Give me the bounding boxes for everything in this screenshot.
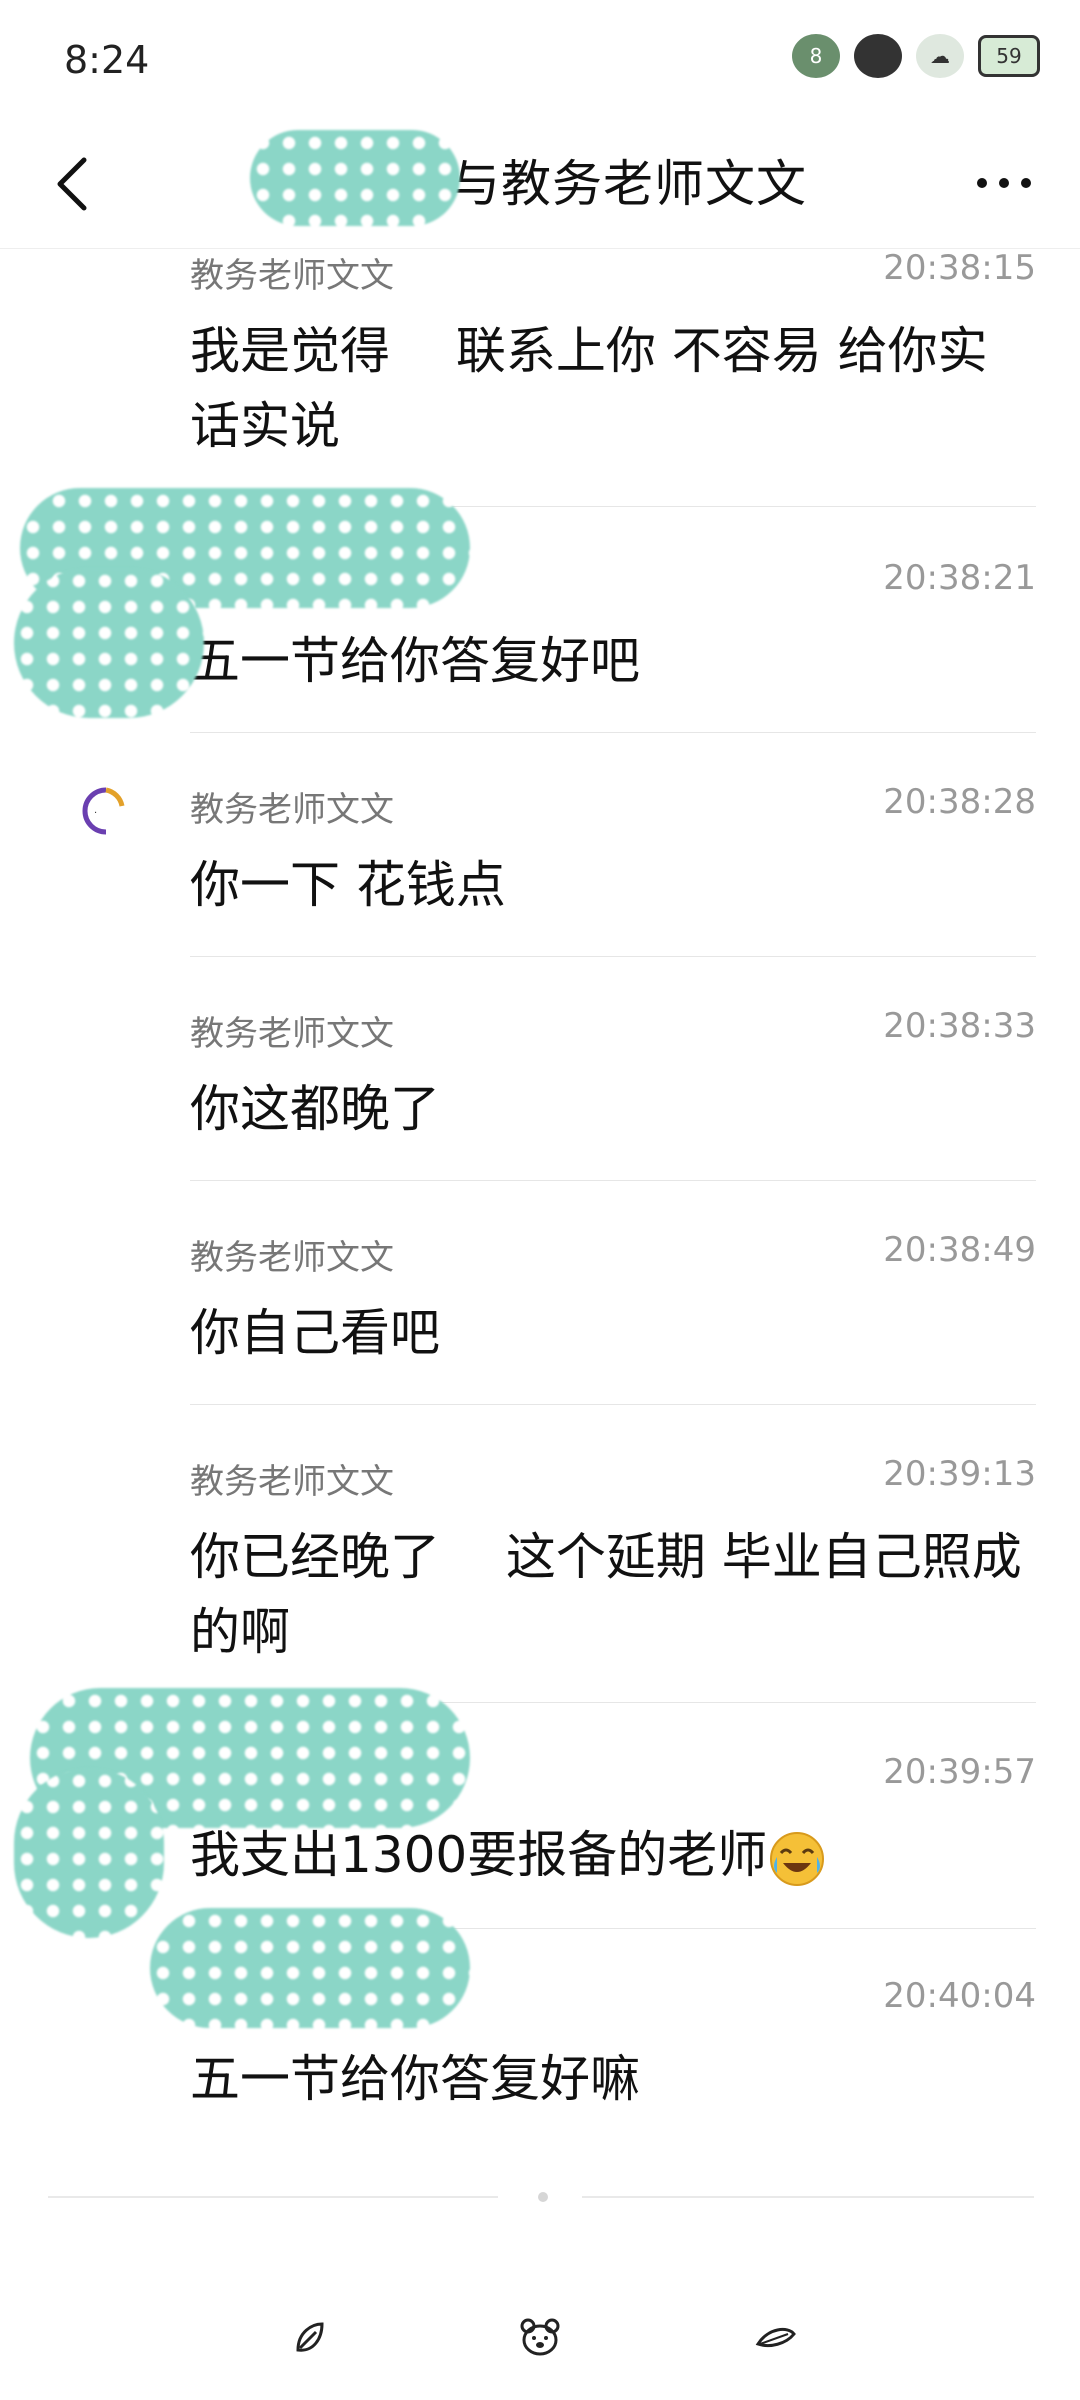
back-button[interactable] [36, 144, 116, 224]
message-divider [190, 732, 1036, 733]
nav-bar: 与教务老师文文 [0, 120, 1080, 249]
message-item[interactable]: 教务老师文文 20:38:33 你这都晚了 [190, 1006, 1036, 1156]
message-text: 你一下 花钱点 [190, 856, 506, 914]
message-item[interactable]: 教务老师文文 20:38:49 你自己看吧 [190, 1230, 1036, 1380]
status-time: 8:24 [64, 38, 150, 82]
message-time: 20:40:04 [883, 1976, 1036, 2016]
message-feed[interactable]: · 教务老师文文 20:38:15 我是觉得 联系上你 不容易 给你实话实说 2… [0, 248, 1080, 2198]
message-sender: 教务老师文文 [190, 256, 394, 296]
bear-icon[interactable] [512, 2310, 568, 2366]
message-time: 20:38:21 [883, 558, 1036, 598]
more-dot [999, 178, 1009, 188]
message-divider [190, 1180, 1036, 1181]
bottom-toolbar [0, 2310, 1080, 2380]
message-text: 五一节给你答复好吧 [190, 632, 640, 690]
redacted-title-prefix [250, 130, 460, 226]
message-time: 20:38:49 [883, 1230, 1036, 1270]
message-sender: 教务老师文文 [190, 1462, 394, 1502]
list-end-divider [582, 2196, 1034, 2198]
message-text: 你已经晚了 这个延期 毕业自己照成的啊 [190, 1528, 1022, 1661]
message-text: 我支出1300要报备的老师 [190, 1818, 1036, 1893]
message-text-body: 我支出1300要报备的老师 [190, 1826, 768, 1884]
message-text: 你自己看吧 [190, 1304, 440, 1362]
message-item[interactable]: 教务老师文文 20:38:28 你一下 花钱点 [190, 782, 1036, 932]
message-divider [190, 956, 1036, 957]
redacted-user-avatar [14, 568, 204, 718]
avatar[interactable]: · [70, 780, 132, 842]
status-icons: 8 ☁ 59 [792, 34, 1040, 78]
message-text: 我是觉得 联系上你 不容易 给你实话实说 [190, 322, 988, 455]
page-title: 与教务老师文文 [450, 155, 807, 213]
more-dot [977, 178, 987, 188]
redacted-user-avatar [14, 1768, 164, 1938]
status-bar: 8:24 8 ☁ 59 [0, 0, 1080, 120]
message-time: 20:39:57 [883, 1752, 1036, 1792]
leaf-icon[interactable] [282, 2310, 338, 2366]
school-logo-icon: · [82, 787, 125, 835]
message-divider [190, 1404, 1036, 1405]
redacted-user-name [150, 1908, 470, 2028]
battery-icon: 59 [978, 35, 1040, 77]
message-sender: 教务老师文文 [190, 1238, 394, 1278]
message-item[interactable]: 教务老师文文 20:39:13 你已经晚了 这个延期 毕业自己照成的啊 [190, 1454, 1036, 1674]
notification-badge-icon: 8 [792, 34, 840, 78]
more-dot [1021, 178, 1031, 188]
crying-laughing-emoji-icon [770, 1831, 825, 1886]
hd-signal-icon [854, 34, 902, 78]
chevron-left-icon [57, 157, 87, 211]
list-end-dot [538, 2192, 548, 2202]
message-time: 20:38:28 [883, 782, 1036, 822]
message-time: 20:38:33 [883, 1006, 1036, 1046]
message-text: 你这都晚了 [190, 1080, 440, 1138]
wifi-sheep-icon: ☁ [916, 34, 964, 78]
message-time: 20:39:13 [883, 1454, 1036, 1494]
message-time: 20:38:15 [883, 248, 1036, 288]
more-button[interactable] [972, 168, 1036, 198]
svg-text:·: · [94, 808, 97, 819]
message-sender: 教务老师文文 [190, 790, 394, 830]
message-text: 五一节给你答复好嘛 [190, 2050, 640, 2108]
feather-icon[interactable] [748, 2310, 804, 2366]
message-item[interactable]: 教务老师文文 20:38:15 我是觉得 联系上你 不容易 给你实话实说 [190, 248, 1036, 455]
message-sender: 教务老师文文 [190, 1014, 394, 1054]
list-end-divider [48, 2196, 498, 2198]
